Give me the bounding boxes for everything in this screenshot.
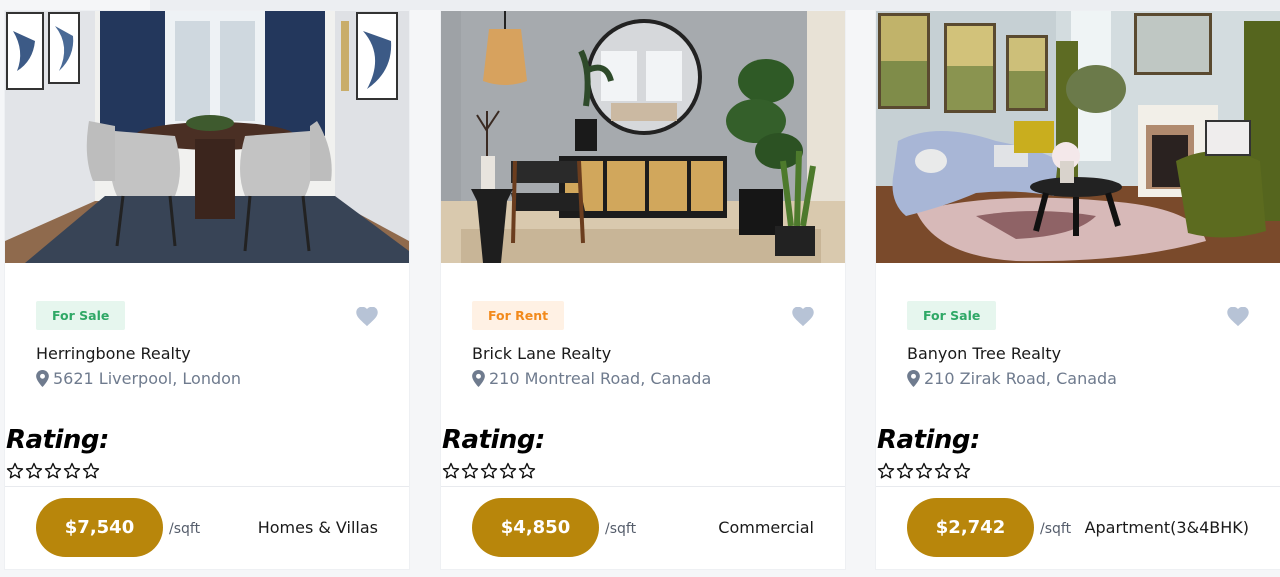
star-outline-icon[interactable]	[915, 462, 933, 480]
price-button[interactable]: $2,742	[907, 498, 1034, 557]
property-category: Homes & Villas	[257, 518, 378, 537]
property-card[interactable]: For Rent Brick Lane Realty 210 Montreal …	[441, 11, 845, 569]
address-text: 210 Zirak Road, Canada	[924, 369, 1117, 388]
rating-stars[interactable]	[6, 462, 100, 480]
property-card[interactable]: For Sale Banyon Tree Realty 210 Zirak Ro…	[876, 11, 1280, 569]
property-category: Commercial	[718, 518, 814, 537]
top-band	[150, 0, 1280, 10]
star-outline-icon[interactable]	[877, 462, 895, 480]
rating-stars[interactable]	[877, 462, 971, 480]
star-outline-icon[interactable]	[442, 462, 460, 480]
star-outline-icon[interactable]	[518, 462, 536, 480]
rating-label: Rating:	[442, 425, 545, 455]
star-outline-icon[interactable]	[934, 462, 952, 480]
price-unit: /sqft	[169, 521, 201, 537]
star-outline-icon[interactable]	[44, 462, 62, 480]
price-button[interactable]: $7,540	[36, 498, 163, 557]
card-divider	[876, 486, 1280, 487]
status-badge: For Sale	[907, 301, 997, 330]
listings-page: For Sale Herringbone Realty 5621 Liverpo…	[0, 0, 1280, 577]
rating-stars[interactable]	[442, 462, 536, 480]
property-title[interactable]: Banyon Tree Realty	[907, 344, 1061, 363]
star-outline-icon[interactable]	[461, 462, 479, 480]
star-outline-icon[interactable]	[63, 462, 81, 480]
property-address: 210 Zirak Road, Canada	[907, 369, 1117, 388]
address-text: 5621 Liverpool, London	[53, 369, 242, 388]
map-pin-icon	[36, 370, 49, 387]
map-pin-icon	[907, 370, 920, 387]
star-outline-icon[interactable]	[25, 462, 43, 480]
price-unit: /sqft	[1040, 521, 1072, 537]
star-outline-icon[interactable]	[499, 462, 517, 480]
property-card[interactable]: For Sale Herringbone Realty 5621 Liverpo…	[5, 11, 409, 569]
living-room-photo[interactable]	[876, 11, 1280, 263]
rating-label: Rating:	[6, 425, 109, 455]
card-divider	[441, 486, 845, 487]
star-outline-icon[interactable]	[6, 462, 24, 480]
star-outline-icon[interactable]	[480, 462, 498, 480]
property-address: 5621 Liverpool, London	[36, 369, 241, 388]
status-badge: For Rent	[472, 301, 565, 330]
price-button[interactable]: $4,850	[472, 498, 599, 557]
address-text: 210 Montreal Road, Canada	[489, 369, 712, 388]
dining-room-photo[interactable]	[5, 11, 409, 263]
card-divider	[5, 486, 409, 487]
rating-label: Rating:	[877, 425, 980, 455]
heart-icon[interactable]	[792, 307, 814, 327]
status-badge: For Sale	[36, 301, 126, 330]
heart-icon[interactable]	[1227, 307, 1249, 327]
heart-icon[interactable]	[356, 307, 378, 327]
price-unit: /sqft	[605, 521, 637, 537]
map-pin-icon	[472, 370, 485, 387]
property-title[interactable]: Herringbone Realty	[36, 344, 191, 363]
star-outline-icon[interactable]	[82, 462, 100, 480]
property-title[interactable]: Brick Lane Realty	[472, 344, 611, 363]
property-address: 210 Montreal Road, Canada	[472, 369, 711, 388]
star-outline-icon[interactable]	[896, 462, 914, 480]
star-outline-icon[interactable]	[953, 462, 971, 480]
property-category: Apartment(3&4BHK)	[1084, 518, 1249, 537]
entryway-photo[interactable]	[441, 11, 845, 263]
